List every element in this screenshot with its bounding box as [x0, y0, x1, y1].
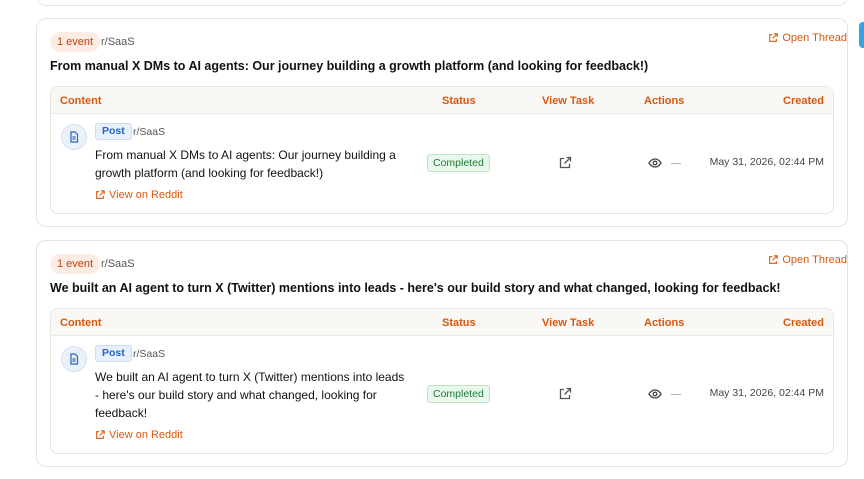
eye-icon[interactable] — [648, 387, 662, 401]
open-thread-label: Open Thread — [782, 254, 847, 266]
events-table: Content Status View Task Actions Created… — [50, 308, 834, 454]
external-link-icon — [769, 255, 779, 264]
column-actions: Actions — [644, 95, 685, 107]
external-link-icon — [96, 190, 105, 199]
column-actions: Actions — [644, 317, 685, 329]
previous-thread-card — [36, 0, 848, 6]
post-type-tag: Post — [95, 123, 132, 140]
table-header: Content Status View Task Actions Created — [51, 87, 833, 114]
secondary-action-placeholder — [671, 163, 681, 164]
events-table: Content Status View Task Actions Created… — [50, 86, 834, 214]
column-content: Content — [60, 317, 102, 329]
eye-icon[interactable] — [648, 156, 662, 170]
external-link-icon — [96, 430, 105, 439]
view-on-reddit-link[interactable]: View on Reddit — [95, 189, 183, 201]
page: 1 event r/SaaS Open Thread From manual X… — [0, 0, 864, 479]
post-title: From manual X DMs to AI agents: Our jour… — [95, 148, 396, 180]
column-status: Status — [442, 317, 476, 329]
column-status: Status — [442, 95, 476, 107]
thread-title: We built an AI agent to turn X (Twitter)… — [50, 281, 781, 295]
open-thread-link[interactable]: Open Thread — [768, 32, 847, 44]
column-created: Created — [783, 317, 824, 329]
external-link-icon — [769, 33, 779, 42]
view-on-reddit-label: View on Reddit — [109, 189, 183, 201]
column-view-task: View Task — [542, 95, 595, 107]
created-timestamp: May 31, 2026, 02:44 PM — [709, 156, 824, 168]
status-badge: Completed — [427, 154, 490, 172]
post-title: We built an AI agent to turn X (Twitter)… — [95, 370, 405, 420]
created-timestamp: May 31, 2026, 02:44 PM — [709, 387, 824, 399]
post-type-tag: Post — [95, 345, 132, 362]
column-created: Created — [783, 95, 824, 107]
thread-title: From manual X DMs to AI agents: Our jour… — [50, 59, 649, 73]
view-on-reddit-link[interactable]: View on Reddit — [95, 429, 183, 441]
secondary-action-placeholder — [671, 394, 681, 395]
row-subreddit: r/SaaS — [133, 126, 166, 138]
thread-card: 1 event r/SaaS Open Thread From manual X… — [36, 18, 848, 227]
thread-card: 1 event r/SaaS Open Thread We built an A… — [36, 240, 848, 467]
view-task-external-link-icon[interactable] — [558, 156, 572, 170]
open-thread-link[interactable]: Open Thread — [768, 254, 847, 266]
document-icon — [61, 124, 87, 150]
column-content: Content — [60, 95, 102, 107]
open-thread-label: Open Thread — [782, 32, 847, 44]
view-on-reddit-label: View on Reddit — [109, 429, 183, 441]
column-view-task: View Task — [542, 317, 595, 329]
side-panel-tab[interactable] — [859, 22, 864, 48]
thread-subreddit: r/SaaS — [101, 36, 135, 48]
view-task-external-link-icon[interactable] — [558, 387, 572, 401]
document-icon — [61, 346, 87, 372]
row-subreddit: r/SaaS — [133, 348, 166, 360]
event-count-badge: 1 event — [50, 254, 101, 274]
thread-subreddit: r/SaaS — [101, 258, 135, 270]
table-header: Content Status View Task Actions Created — [51, 309, 833, 336]
event-count-badge: 1 event — [50, 32, 101, 52]
status-badge: Completed — [427, 385, 490, 403]
